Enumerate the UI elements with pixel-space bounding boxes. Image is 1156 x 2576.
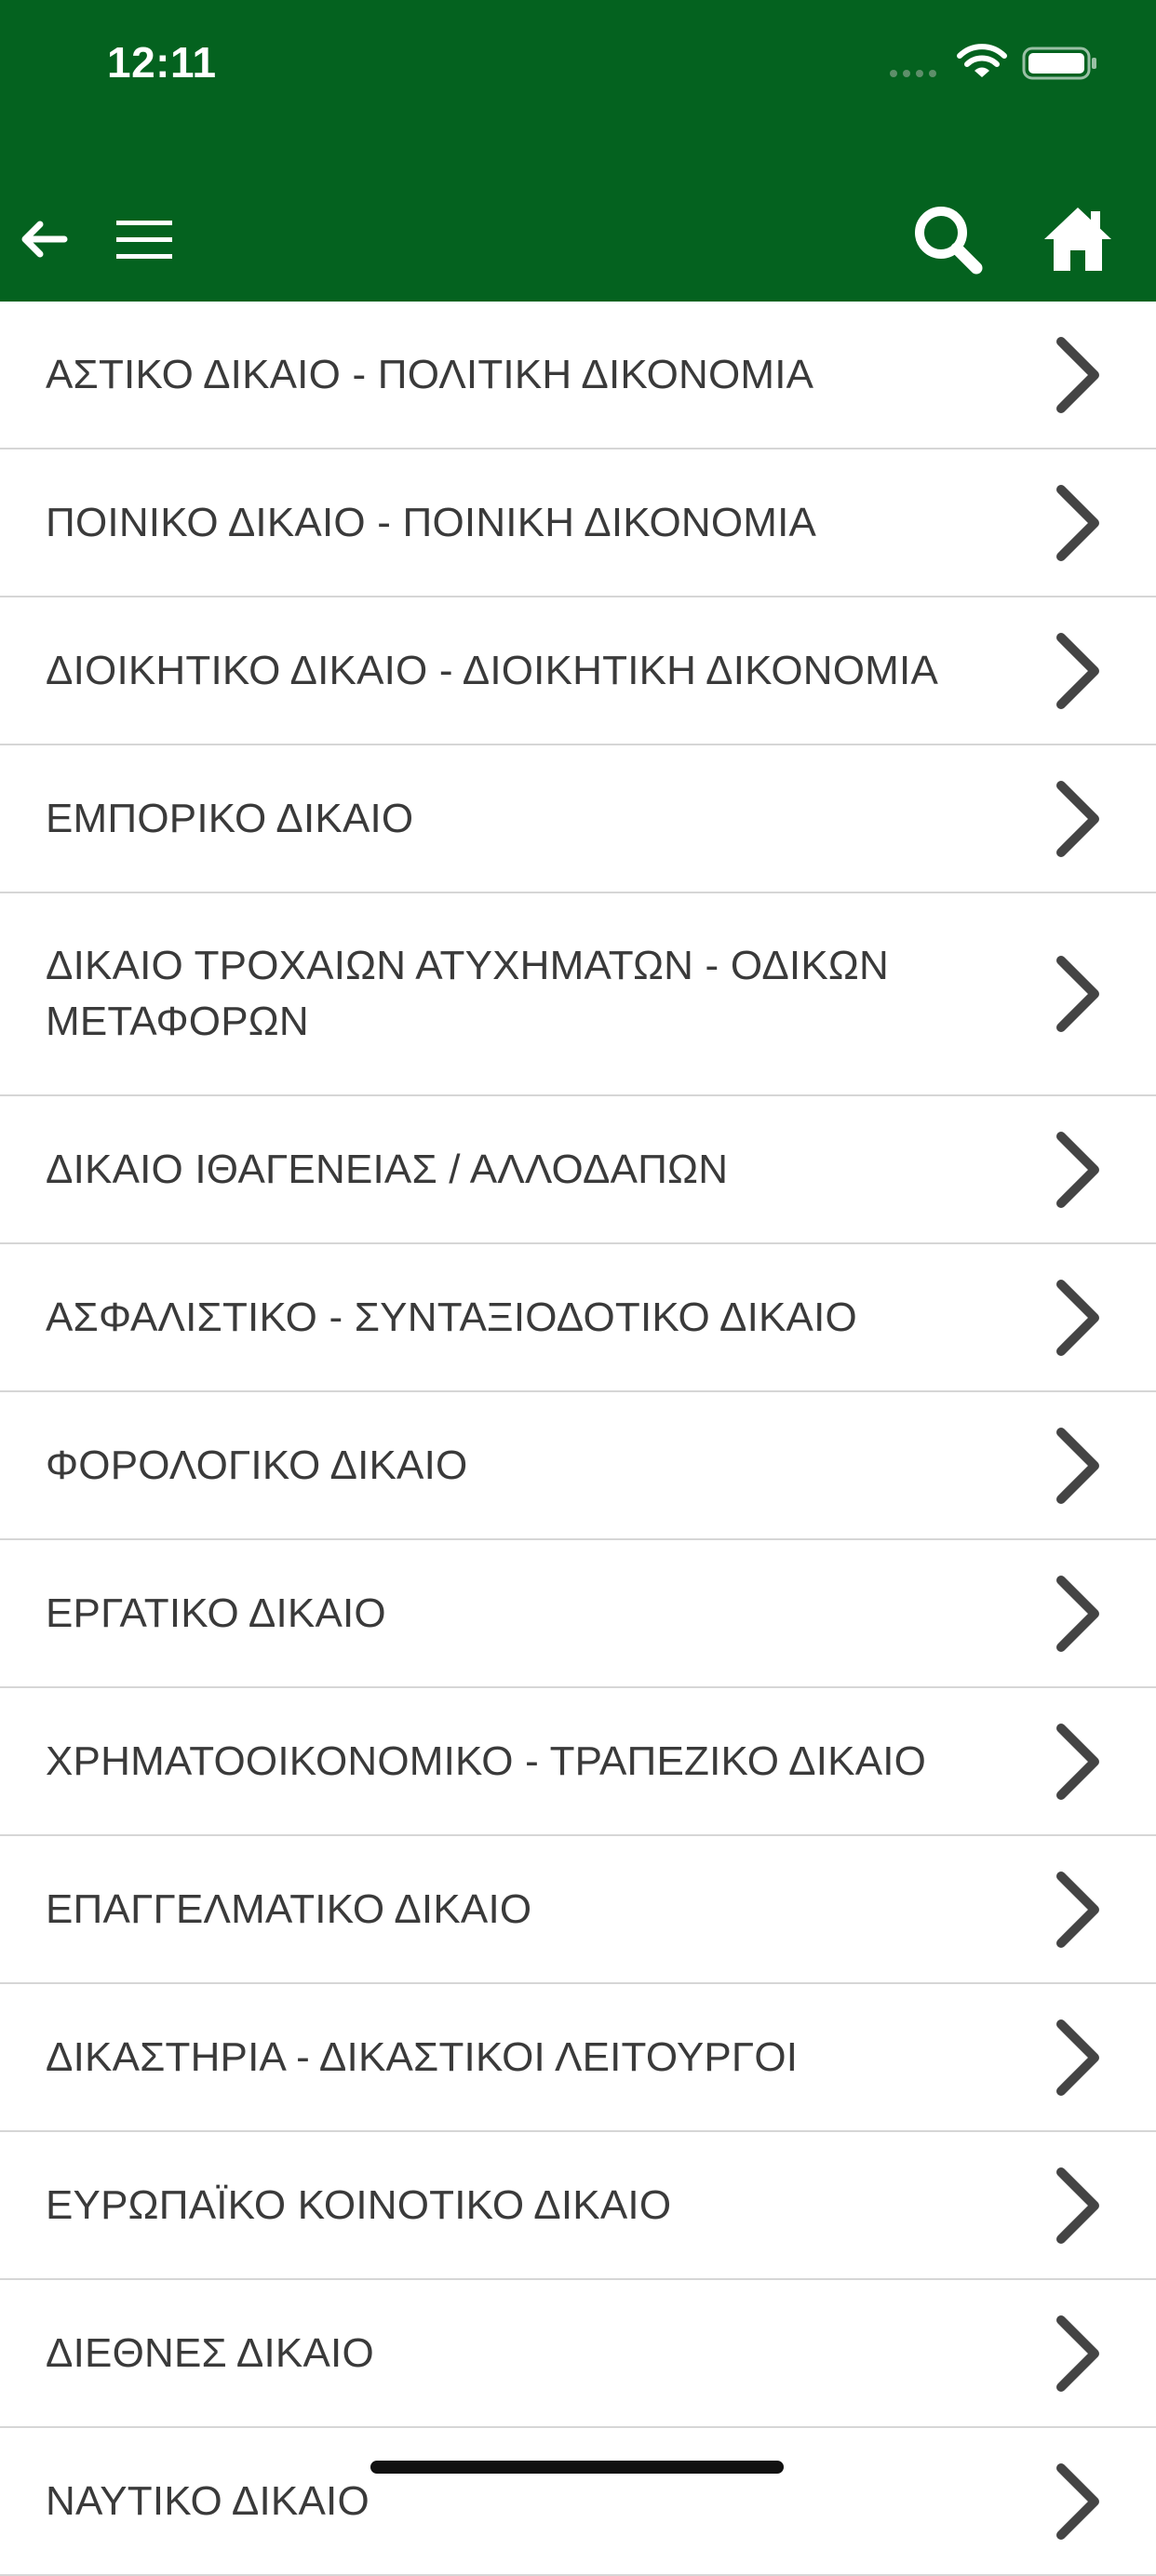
list-item-label: ΑΣΤΙΚΟ ΔΙΚΑΙΟ - ΠΟΛΙΤΙΚΗ ΔΙΚΟΝΟΜΙΑ: [46, 351, 814, 397]
chevron-right-icon: [1056, 336, 1099, 413]
battery-icon: [1022, 47, 1096, 80]
list-item[interactable]: ΑΣΦΑΛΙΣΤΙΚΟ - ΣΥΝΤΑΞΙΟΔΟΤΙΚΟ ΔΙΚΑΙΟ: [0, 1244, 1156, 1392]
app-header: 12:11: [0, 0, 1156, 302]
chevron-right-icon: [1056, 956, 1099, 1032]
list-item-label: ΠΟΙΝΙΚΟ ΔΙΚΑΙΟ - ΠΟΙΝΙΚΗ ΔΙΚΟΝΟΜΙΑ: [46, 499, 817, 545]
list-item[interactable]: ΕΠΑΓΓΕΛΜΑΤΙΚΟ ΔΙΚΑΙΟ: [0, 1836, 1156, 1984]
chevron-right-icon: [1056, 484, 1099, 561]
list-item[interactable]: ΕΡΓΑΤΙΚΟ ΔΙΚΑΙΟ: [0, 1540, 1156, 1688]
list-item-label: ΕΜΠΟΡΙΚΟ ΔΙΚΑΙΟ: [46, 795, 414, 841]
menu-button[interactable]: [110, 207, 179, 272]
wifi-icon: [957, 44, 1007, 77]
cellular-signal-icon: [890, 70, 936, 77]
chevron-right-icon: [1056, 1131, 1099, 1208]
list-item-label: ΔΙΚΑΙΟ ΙΘΑΓΕΝΕΙΑΣ / ΑΛΛΟΔΑΠΩΝ: [46, 1146, 729, 1192]
list-item[interactable]: ΧΡΗΜΑΤΟΟΙΚΟΝΟΜΙΚΟ - ΤΡΑΠΕΖΙΚΟ ΔΙΚΑΙΟ: [0, 1688, 1156, 1836]
list-item[interactable]: ΕΜΠΟΡΙΚΟ ΔΙΚΑΙΟ: [0, 745, 1156, 893]
list-item-label: ΧΡΗΜΑΤΟΟΙΚΟΝΟΜΙΚΟ - ΤΡΑΠΕΖΙΚΟ ΔΙΚΑΙΟ: [46, 1737, 927, 1784]
list-item-label: ΕΠΑΓΓΕΛΜΑΤΙΚΟ ΔΙΚΑΙΟ: [46, 1885, 532, 1932]
chevron-right-icon: [1056, 1871, 1099, 1948]
list-item-label: ΔΙΟΙΚΗΤΙΚΟ ΔΙΚΑΙΟ - ΔΙΟΙΚΗΤΙΚΗ ΔΙΚΟΝΟΜΙΑ: [46, 647, 939, 693]
list-item-label: ΔΙΚΑΣΤΗΡΙΑ - ΔΙΚΑΣΤΙΚΟΙ ΛΕΙΤΟΥΡΓΟΙ: [46, 2033, 799, 2080]
home-indicator[interactable]: [370, 2461, 784, 2474]
list-item-label: ΔΙΚΑΙΟ ΤΡΟΧΑΙΩΝ ΑΤΥΧΗΜΑΤΩΝ - ΟΔΙΚΩΝ ΜΕΤΑ…: [46, 943, 889, 1044]
home-button[interactable]: [1041, 199, 1115, 277]
list-item[interactable]: ΕΥΡΩΠΑΪΚΟ ΚΟΙΝΟΤΙΚΟ ΔΙΚΑΙΟ: [0, 2132, 1156, 2280]
category-list: ΑΣΤΙΚΟ ΔΙΚΑΙΟ - ΠΟΛΙΤΙΚΗ ΔΙΚΟΝΟΜΙΑ ΠΟΙΝΙ…: [0, 302, 1156, 2576]
chevron-right-icon: [1056, 632, 1099, 709]
chevron-right-icon: [1056, 1723, 1099, 1800]
list-item[interactable]: ΔΙΟΙΚΗΤΙΚΟ ΔΙΚΑΙΟ - ΔΙΟΙΚΗΤΙΚΗ ΔΙΚΟΝΟΜΙΑ: [0, 597, 1156, 745]
chevron-right-icon: [1056, 1575, 1099, 1652]
chevron-right-icon: [1056, 2019, 1099, 2096]
list-item[interactable]: ΔΙΚΑΙΟ ΙΘΑΓΕΝΕΙΑΣ / ΑΛΛΟΔΑΠΩΝ: [0, 1096, 1156, 1244]
list-item-label: ΦΟΡΟΛΟΓΙΚΟ ΔΙΚΑΙΟ: [46, 1442, 468, 1488]
list-item-label: ΕΥΡΩΠΑΪΚΟ ΚΟΙΝΟΤΙΚΟ ΔΙΚΑΙΟ: [46, 2181, 672, 2228]
hamburger-menu-icon: [116, 221, 172, 259]
list-item-label: ΕΡΓΑΤΙΚΟ ΔΙΚΑΙΟ: [46, 1590, 386, 1636]
list-item[interactable]: ΠΟΙΝΙΚΟ ΔΙΚΑΙΟ - ΠΟΙΝΙΚΗ ΔΙΚΟΝΟΜΙΑ: [0, 449, 1156, 597]
back-button[interactable]: [11, 207, 76, 272]
arrow-left-icon: [21, 221, 68, 258]
list-item-label: ΑΣΦΑΛΙΣΤΙΚΟ - ΣΥΝΤΑΞΙΟΔΟΤΙΚΟ ΔΙΚΑΙΟ: [46, 1294, 857, 1340]
chevron-right-icon: [1056, 2314, 1099, 2392]
list-item[interactable]: ΑΣΤΙΚΟ ΔΙΚΑΙΟ - ΠΟΛΙΤΙΚΗ ΔΙΚΟΝΟΜΙΑ: [0, 302, 1156, 449]
home-icon: [1044, 208, 1111, 271]
status-time: 12:11: [107, 38, 217, 87]
chevron-right-icon: [1056, 1427, 1099, 1504]
list-item[interactable]: ΔΙΕΘΝΕΣ ΔΙΚΑΙΟ: [0, 2280, 1156, 2428]
list-item[interactable]: ΝΑΥΤΙΚΟ ΔΙΚΑΙΟ: [0, 2428, 1156, 2576]
list-item[interactable]: ΔΙΚΑΙΟ ΤΡΟΧΑΙΩΝ ΑΤΥΧΗΜΑΤΩΝ - ΟΔΙΚΩΝ ΜΕΤΑ…: [0, 893, 1156, 1096]
chevron-right-icon: [1056, 2167, 1099, 2244]
list-item[interactable]: ΔΙΚΑΣΤΗΡΙΑ - ΔΙΚΑΣΤΙΚΟΙ ΛΕΙΤΟΥΡΓΟΙ: [0, 1984, 1156, 2132]
chevron-right-icon: [1056, 780, 1099, 857]
search-icon: [915, 207, 983, 275]
chevron-right-icon: [1056, 1279, 1099, 1356]
list-item-label: ΔΙΕΘΝΕΣ ΔΙΚΑΙΟ: [46, 2329, 374, 2376]
search-button[interactable]: [908, 197, 987, 281]
list-item[interactable]: ΦΟΡΟΛΟΓΙΚΟ ΔΙΚΑΙΟ: [0, 1392, 1156, 1540]
